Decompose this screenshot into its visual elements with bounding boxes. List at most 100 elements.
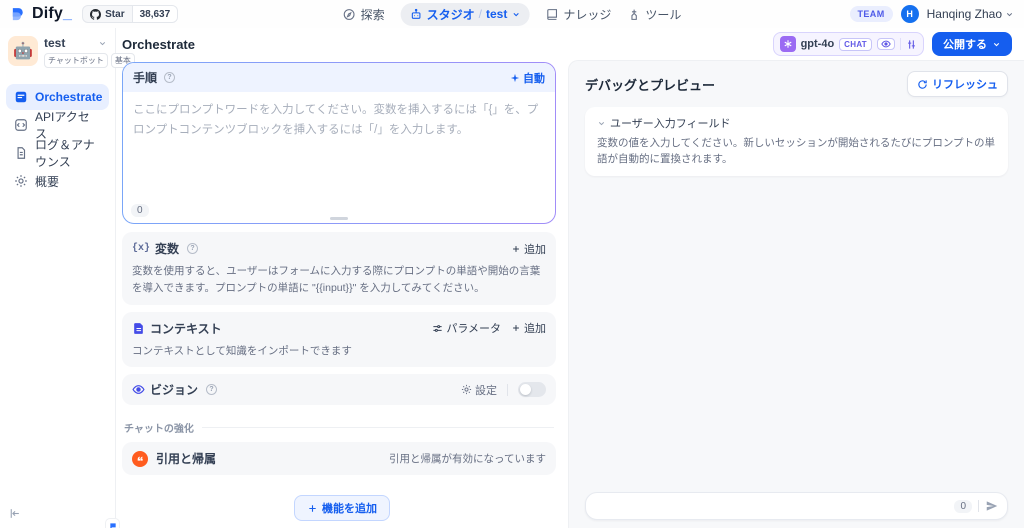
nav-knowledge[interactable]: ナレッジ <box>545 6 611 23</box>
app-type-tag: チャットボット <box>44 53 108 68</box>
github-star-badge[interactable]: Star 38,637 <box>82 5 178 23</box>
openai-icon <box>780 36 796 52</box>
user-menu[interactable]: Hanqing Zhao <box>927 7 1014 21</box>
collapse-sidebar-icon[interactable] <box>8 507 21 520</box>
sliders-horizontal-icon <box>432 323 443 334</box>
publish-button[interactable]: 公開する <box>932 32 1012 56</box>
chat-input-container: 0 <box>585 492 1008 520</box>
vision-section: ビジョン ? 設定 <box>122 374 556 405</box>
page-title: Orchestrate <box>122 37 195 52</box>
nav-tools[interactable]: ツール <box>627 6 681 23</box>
nav-slash: / <box>479 7 482 21</box>
add-feature-button[interactable]: 機能を追加 <box>294 495 390 521</box>
eye-icon <box>877 38 895 50</box>
orchestrate-icon <box>14 90 28 104</box>
top-bar: Dify_ Star 38,637 探索 スタジオ / test ナレッジ <box>0 0 1024 28</box>
user-input-fields-toggle[interactable]: ユーザー入力フィールド <box>597 115 996 131</box>
compass-icon <box>343 8 356 21</box>
debug-preview-panel: デバッグとプレビュー リフレッシュ ユーザー入力フィールド 変数の値を入力してく… <box>568 60 1024 528</box>
chat-input[interactable] <box>598 499 948 513</box>
divider <box>978 500 979 512</box>
sidebar-item-orchestrate[interactable]: Orchestrate <box>6 84 109 110</box>
nav-tools-label: ツール <box>645 6 681 23</box>
nav-studio-label: スタジオ <box>427 6 475 23</box>
sidebar-item-label: 概要 <box>35 173 59 190</box>
star-label: Star <box>105 9 124 20</box>
model-mode-badge: CHAT <box>839 38 872 51</box>
robot-icon <box>410 8 423 21</box>
document-icon <box>132 322 145 335</box>
resize-handle[interactable] <box>330 217 348 220</box>
add-feature-label: 機能を追加 <box>322 500 377 516</box>
add-label: 追加 <box>524 241 546 257</box>
vision-toggle[interactable] <box>518 382 546 397</box>
nav-studio[interactable]: スタジオ / test <box>401 3 530 26</box>
prompt-editor[interactable]: ここにプロンプトワードを入力してください。変数を挿入するには「{」を、プロンプト… <box>123 92 555 202</box>
prompt-steps-card: 手順 ? 自動 ここにプロンプトワードを入力してください。変数を挿入するには「{… <box>122 62 556 224</box>
auto-label: 自動 <box>523 70 545 86</box>
params-button[interactable]: パラメータ <box>432 320 501 336</box>
nav-studio-app: test <box>486 7 507 21</box>
info-icon: ? <box>206 384 217 395</box>
info-icon: ? <box>187 243 198 254</box>
dify-logo[interactable]: Dify_ <box>10 5 72 23</box>
add-variable-button[interactable]: 追加 <box>511 241 546 257</box>
sliders-icon <box>906 39 917 50</box>
sidebar-item-label: ログ＆アナウンス <box>35 136 101 170</box>
prompt-placeholder: ここにプロンプトワードを入力してください。変数を挿入するには「{」を、プロンプト… <box>133 104 538 136</box>
refresh-button[interactable]: リフレッシュ <box>907 71 1008 97</box>
variables-description: 変数を使用すると、ユーザーはフォームに入力する際にプロンプトの単語や開始の言葉を… <box>132 263 546 297</box>
plus-icon <box>511 323 521 333</box>
add-context-button[interactable]: 追加 <box>511 320 546 336</box>
user-input-fields-title: ユーザー入力フィールド <box>610 115 731 131</box>
plus-icon <box>511 244 521 254</box>
auto-generate-button[interactable]: 自動 <box>510 70 545 86</box>
app-sidebar: 🤖 test チャットボット 基本 Orchestrate <box>0 28 116 528</box>
user-input-fields-description: 変数の値を入力してください。新しいセッションが開始されるたびにプロンプトの単語が… <box>597 135 996 168</box>
app-icon: 🤖 <box>8 36 38 66</box>
github-icon <box>90 9 101 20</box>
context-section: コンテキスト パラメータ 追加 コンテキストとして知識 <box>122 312 556 368</box>
variable-icon: {x} <box>132 243 150 254</box>
sidebar-item-logs[interactable]: ログ＆アナウンス <box>6 140 109 166</box>
sidebar-item-overview[interactable]: 概要 <box>6 168 109 194</box>
chat-char-count-badge: 0 <box>954 500 972 513</box>
user-name-label: Hanqing Zhao <box>927 7 1002 21</box>
nav-knowledge-label: ナレッジ <box>563 6 611 23</box>
settings-label: 設定 <box>475 382 497 398</box>
vision-title: ビジョン <box>150 381 198 398</box>
add-label: 追加 <box>524 320 546 336</box>
divider <box>507 384 508 396</box>
config-panel: 手順 ? 自動 ここにプロンプトワードを入力してください。変数を挿入するには「{… <box>116 60 568 528</box>
logs-icon <box>14 146 28 160</box>
app-info[interactable]: 🤖 test チャットボット 基本 <box>6 36 109 68</box>
team-badge: TEAM <box>850 6 893 22</box>
tools-icon <box>627 8 640 21</box>
chevron-down-icon <box>597 119 606 128</box>
user-avatar[interactable]: H <box>901 5 919 23</box>
sparkle-icon <box>510 73 520 83</box>
model-selector[interactable]: gpt-4o CHAT <box>773 32 924 56</box>
chevron-down-icon[interactable] <box>98 39 107 48</box>
plus-icon <box>307 503 318 514</box>
nav-explore[interactable]: 探索 <box>343 6 385 23</box>
sidebar-item-api-access[interactable]: APIアクセス <box>6 112 109 138</box>
context-description: コンテキストとして知識をインポートできます <box>132 343 546 360</box>
divider <box>900 38 901 50</box>
vision-settings-button[interactable]: 設定 <box>461 382 497 398</box>
gear-icon <box>14 174 28 188</box>
publish-label: 公開する <box>943 36 987 52</box>
steps-title: 手順 <box>133 69 157 86</box>
sidebar-item-label: Orchestrate <box>35 90 102 104</box>
star-count: 38,637 <box>132 6 178 22</box>
variables-section: {x} 変数 ? 追加 変数を使用すると、ユーザーはフォームに入力する際にプロン… <box>122 232 556 305</box>
send-icon[interactable] <box>985 499 999 513</box>
dify-logo-icon <box>10 6 27 23</box>
char-count-badge: 0 <box>131 204 149 217</box>
chevron-down-icon <box>1005 10 1014 19</box>
chevron-down-icon <box>992 40 1001 49</box>
variables-title: 変数 <box>155 240 179 257</box>
model-name: gpt-4o <box>801 38 835 50</box>
gear-icon <box>461 384 472 395</box>
info-icon: ? <box>164 72 175 83</box>
